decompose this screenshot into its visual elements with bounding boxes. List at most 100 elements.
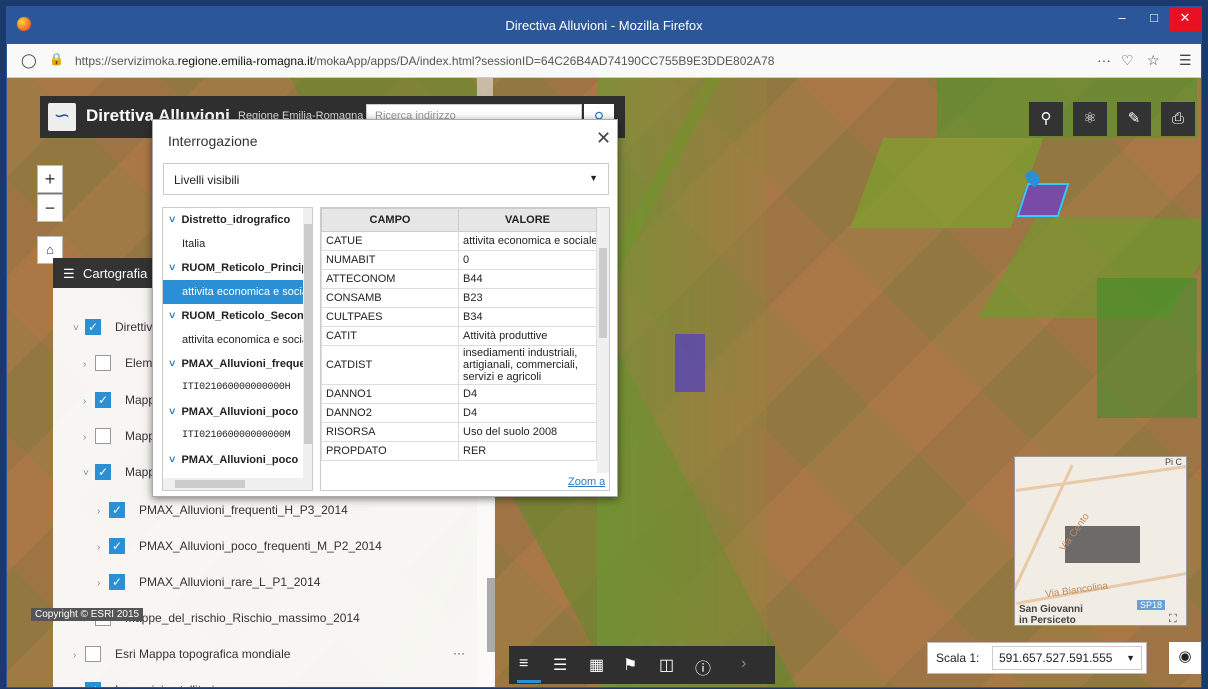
layer-label: Immagini satellitari [115,683,214,687]
layer-options-menu[interactable]: ··· [453,646,465,660]
chevron-right-icon[interactable]: › [73,650,76,661]
layer-checkbox[interactable]: ✓ [85,319,101,335]
chevron-right-icon[interactable]: › [83,432,86,443]
layer-checkbox[interactable]: ✓ [95,392,111,408]
table-row: CATUE attivita economica e sociale [321,231,597,251]
tree-item[interactable]: attivita economica e sociale [163,328,303,352]
tree-label: attivita economica e sociale [182,334,303,346]
chevron-down-icon[interactable]: ˅ [169,358,175,370]
layers-scrollbar[interactable] [487,578,495,652]
url-text[interactable]: https://servizimoka.regione.emilia-romag… [75,54,774,68]
tree-item[interactable]: Italia [163,232,303,256]
tree-horizontal-scrollbar[interactable] [163,478,312,490]
tree-group[interactable]: ˅ PMAX_Alluvioni_frequenti [163,352,303,376]
zoom-in-button[interactable]: + [37,165,63,193]
tree-scrollbar[interactable] [303,208,312,478]
layer-checkbox[interactable]: ✓ [109,502,125,518]
print-icon[interactable]: ⎙ [1161,102,1195,136]
search-tool-button[interactable]: ⚲ [1029,102,1063,136]
attribute-table: CAMPO VALORE CATUE attivita economica e s… [320,207,610,491]
close-icon[interactable]: ✕ [596,128,611,149]
draw-pencil-icon[interactable]: ✎ [1117,102,1151,136]
maximize-button[interactable]: □ [1139,7,1169,31]
layer-checkbox[interactable]: ✓ [85,682,101,687]
field-value: B34 [458,307,597,327]
tree-group[interactable]: ˅ PMAX_Alluvioni_poco [163,400,303,424]
info-icon[interactable]: ⓘ [695,655,711,679]
field-name: CATDIST [321,345,459,385]
hide-eye-icon[interactable]: ◉ [1169,642,1201,674]
overview-minimap[interactable]: Via Cento Via Biancolina San Giovanni in … [1014,456,1187,626]
bottom-toolbar: ≡ ☰ ▦ ⚑ ◫ ⓘ › [509,646,775,684]
chevron-down-icon[interactable]: ˅ [169,454,175,466]
table-icon[interactable]: ▦ [589,655,604,675]
tree-item[interactable]: attivita economica e sociale [163,280,303,304]
layer-checkbox[interactable] [95,355,111,371]
page-actions-menu[interactable]: ··· [1097,52,1111,68]
url-bar[interactable]: ◯ 🔒 https://servizimoka.regione.emilia-r… [7,44,1201,78]
measure-tool-icon[interactable]: ⚛ [1073,102,1107,136]
layer-label: PMAX_Alluvioni_rare_L_P1_2014 [139,575,321,589]
column-header-valore: VALORE [458,208,597,232]
chevron-down-icon[interactable]: ˅ [73,686,79,687]
layer-item[interactable]: › ✓ PMAX_Alluvioni_poco_frequenti_M_P2_201… [53,534,493,562]
chevron-down-icon[interactable]: ˅ [169,214,175,226]
legend-list-icon[interactable]: ☰ [553,655,567,675]
layer-item[interactable]: › Esri Mappa topografica mondiale ··· [53,642,493,670]
tree-group[interactable]: ˅ RUOM_Reticolo_Secondario [163,304,303,328]
table-scrollbar[interactable] [597,208,609,473]
layer-checkbox[interactable] [95,428,111,444]
layer-checkbox[interactable]: ✓ [95,464,111,480]
bookmark-icon[interactable]: ⚑ [623,655,637,675]
hamburger-menu-icon[interactable]: ☰ [1179,52,1192,69]
chevron-right-icon[interactable]: › [97,506,100,517]
table-row: DANNO2 D4 [321,403,597,423]
layer-label: Mappe_del_rischio_Rischio_massimo_2014 [125,611,360,625]
scale-select[interactable]: 591.657.527.591.555 ▼ [992,646,1142,670]
expand-arrow-icon[interactable]: › [741,655,746,673]
chevron-down-icon[interactable]: ˅ [83,468,89,479]
zoom-to-link[interactable]: Zoom a [568,476,605,488]
chevron-right-icon[interactable]: › [83,396,86,407]
minimize-button[interactable]: – [1107,7,1137,31]
layer-label: Esri Mappa topografica mondiale [115,647,291,661]
zoom-out-button[interactable]: − [37,194,63,222]
chevron-down-icon[interactable]: ˅ [73,323,79,334]
road-badge: SP18 [1137,600,1166,610]
visible-layers-select[interactable]: Livelli visibili ▼ [163,163,609,195]
layer-item[interactable]: ˅ ✓ Immagini satellitari ··· [53,678,493,687]
tree-group[interactable]: ˅ RUOM_Reticolo_Principale [163,256,303,280]
tree-item[interactable]: ITI021060000000000M [163,424,303,448]
field-value: B44 [458,269,597,289]
minimap-road [1015,464,1186,493]
tree-label: attivita economica e sociale [182,286,303,298]
layers-tool-icon[interactable]: ≡ [519,655,528,673]
layer-checkbox[interactable]: ✓ [109,574,125,590]
minimap-expand-icon[interactable]: ⛶ [1169,613,1177,625]
chevron-right-icon[interactable]: › [83,359,86,370]
bookmark-star-icon[interactable]: ☆ [1147,52,1160,69]
tree-item[interactable]: ITI021060000000000H [163,376,303,400]
table-row: PROPDATO RER [321,441,597,461]
shield-icon[interactable]: ◯ [21,52,37,69]
layer-label: PMAX_Alluvioni_frequenti_H_P3_2014 [139,503,348,517]
layer-item[interactable]: › ✓ PMAX_Alluvioni_rare_L_P1_2014 [53,570,493,598]
tree-group[interactable]: ˅ PMAX_Alluvioni_poco [163,448,303,472]
compare-icon[interactable]: ◫ [659,655,674,675]
chevron-down-icon[interactable]: ˅ [169,406,175,418]
field-name: PROPDATO [321,441,459,461]
chevron-down-icon[interactable]: ˅ [169,262,175,274]
chevron-right-icon[interactable]: › [97,578,100,589]
layer-checkbox[interactable] [85,646,101,662]
layer-checkbox[interactable]: ✓ [109,538,125,554]
field-name: CATIT [321,326,459,346]
tree-group[interactable]: ˅ Distretto_idrografico [163,208,303,232]
layer-options-menu[interactable]: ··· [453,682,465,687]
chevron-down-icon[interactable]: ˅ [169,310,175,322]
column-header-campo: CAMPO [321,208,459,232]
layer-item[interactable]: › ✓ PMAX_Alluvioni_frequenti_H_P3_2014 [53,498,493,526]
close-window-button[interactable]: ✕ [1169,7,1201,31]
chevron-right-icon[interactable]: › [97,542,100,553]
tree-label: ITI021060000000000H [182,382,291,393]
pocket-icon[interactable]: ♡ [1121,52,1134,69]
